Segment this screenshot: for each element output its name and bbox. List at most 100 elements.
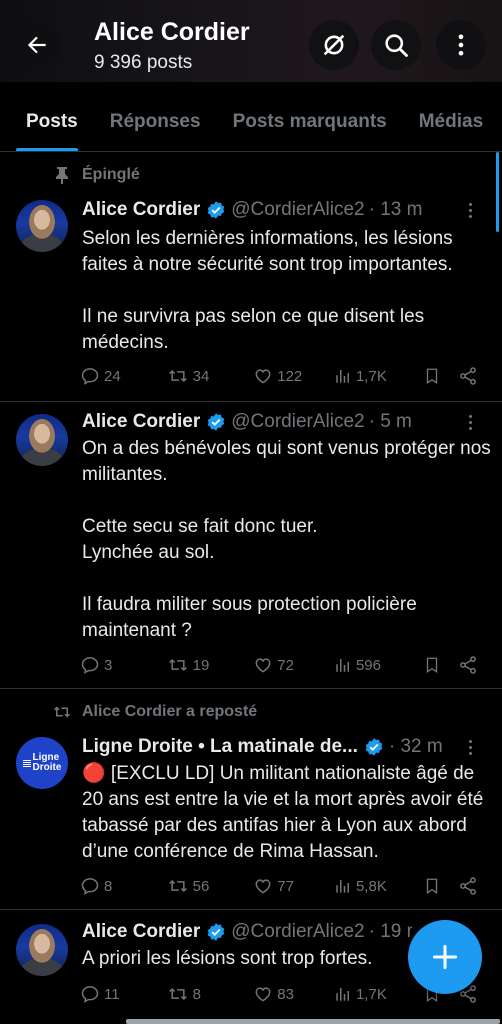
bookmark-button[interactable] — [423, 366, 458, 386]
like-button[interactable]: 72 — [253, 655, 334, 675]
repost-button[interactable]: 56 — [167, 876, 254, 896]
like-button[interactable]: 77 — [253, 876, 334, 896]
like-count: 83 — [277, 985, 294, 1003]
verified-badge-icon — [206, 412, 226, 432]
pin-icon — [56, 167, 68, 184]
avatar[interactable] — [16, 924, 68, 976]
post-header: Alice Cordier @CordierAlice2 · 13 m — [82, 198, 462, 222]
like-button[interactable]: 83 — [253, 984, 334, 1004]
pinned-label: Épinglé — [82, 166, 140, 183]
share-button[interactable] — [458, 366, 478, 386]
author-name[interactable]: Alice Cordier — [82, 921, 200, 943]
more-button[interactable] — [436, 20, 486, 70]
repost-button[interactable]: 19 — [167, 655, 254, 675]
author-handle[interactable]: @CordierAlice2 — [231, 199, 364, 221]
post-item[interactable]: Épinglé Alice Cordier @CordierAlice2 · 1… — [0, 152, 502, 402]
views-icon — [336, 370, 349, 383]
post-time: · 13 m — [368, 199, 423, 220]
reply-icon — [81, 986, 99, 1003]
post-count: 9 396 posts — [94, 52, 193, 73]
post-item[interactable]: Alice Cordier a reposté Ligne Droite Lig… — [0, 689, 502, 910]
reply-count: 24 — [104, 367, 121, 385]
tab-posts[interactable]: Posts — [0, 82, 94, 151]
avatar[interactable]: Ligne Droite — [16, 737, 68, 789]
author-name[interactable]: Ligne Droite • La matinale de... — [82, 736, 358, 758]
author-name[interactable]: Alice Cordier — [82, 411, 200, 433]
views-button[interactable]: 1,7K — [334, 367, 423, 385]
post-time: · 5 m — [368, 411, 412, 432]
reply-icon — [81, 657, 99, 674]
repost-button[interactable]: 34 — [167, 366, 254, 386]
bookmark-icon — [426, 368, 437, 385]
grok-icon — [323, 34, 345, 56]
logo-text-2: Droite — [32, 762, 62, 773]
post-more-button[interactable] — [460, 198, 480, 222]
view-count: 1,7K — [355, 367, 387, 385]
views-button[interactable]: 596 — [334, 656, 423, 674]
reply-button[interactable]: 11 — [80, 984, 167, 1004]
repost-button[interactable]: 8 — [167, 984, 254, 1004]
reply-button[interactable]: 8 — [80, 876, 167, 896]
post-actions: 8 56 77 5,8K — [80, 874, 478, 898]
views-icon — [336, 880, 349, 893]
post-actions: 24 34 122 1,7K — [80, 364, 478, 388]
share-icon — [460, 656, 476, 674]
share-button[interactable] — [458, 876, 478, 896]
post-header: Alice Cordier @CordierAlice2 · 5 m — [82, 410, 462, 434]
share-button[interactable] — [458, 655, 478, 675]
reply-button[interactable]: 3 — [80, 655, 167, 675]
like-count: 72 — [277, 656, 294, 674]
repost-label: Alice Cordier a reposté — [82, 703, 258, 720]
repost-icon — [168, 658, 187, 672]
heart-icon — [255, 658, 271, 673]
grok-button[interactable] — [309, 20, 359, 70]
post-more-button[interactable] — [460, 410, 480, 434]
reply-count: 8 — [104, 877, 113, 895]
plus-icon — [432, 944, 458, 970]
tab-media[interactable]: Médias — [403, 82, 499, 151]
post-time: · 19 m — [368, 921, 412, 942]
post-item[interactable]: Alice Cordier @CordierAlice2 · 5 m On a … — [0, 402, 502, 689]
more-vertical-icon — [458, 34, 464, 56]
avatar[interactable] — [16, 414, 68, 466]
heart-icon — [255, 879, 271, 894]
post-header: Alice Cordier @CordierAlice2 · 19 m — [82, 920, 412, 944]
avatar[interactable] — [16, 200, 68, 252]
share-icon — [460, 367, 476, 385]
compose-button[interactable] — [408, 920, 482, 994]
author-name[interactable]: Alice Cordier — [82, 199, 200, 221]
like-count: 77 — [277, 877, 294, 895]
bookmark-button[interactable] — [423, 655, 458, 675]
reply-button[interactable]: 24 — [80, 366, 167, 386]
author-handle[interactable]: @CordierAlice2 — [231, 921, 364, 943]
heart-icon — [255, 987, 271, 1002]
post-time: · 32 m — [388, 736, 443, 757]
views-button[interactable]: 5,8K — [334, 877, 423, 895]
repost-indicator: Alice Cordier a reposté — [48, 703, 257, 721]
views-button[interactable]: 1,7K — [334, 985, 423, 1003]
repost-icon — [168, 879, 187, 893]
bookmark-icon — [426, 657, 437, 674]
bookmark-button[interactable] — [423, 876, 458, 896]
repost-count: 56 — [192, 877, 210, 895]
profile-page: Alice Cordier 9 396 posts Posts Réponses… — [0, 0, 502, 1024]
back-button[interactable] — [12, 20, 62, 70]
pinned-indicator: Épinglé — [48, 166, 140, 184]
post-header: Ligne Droite • La matinale de... · 32 m — [82, 735, 462, 759]
views-icon — [336, 988, 349, 1001]
like-count: 122 — [277, 367, 303, 385]
like-button[interactable]: 122 — [253, 366, 334, 386]
reply-count: 11 — [104, 985, 120, 1003]
verified-badge-icon — [206, 200, 226, 220]
home-indicator — [126, 1019, 500, 1024]
tab-highlights[interactable]: Posts marquants — [217, 82, 403, 151]
views-icon — [336, 659, 349, 672]
author-handle[interactable]: @CordierAlice2 — [231, 411, 364, 433]
profile-title: Alice Cordier — [94, 18, 250, 46]
post-text: On a des bénévoles qui sont venus protég… — [82, 438, 491, 641]
search-button[interactable] — [371, 20, 421, 70]
post-more-button[interactable] — [460, 735, 480, 759]
tab-replies[interactable]: Réponses — [94, 82, 217, 151]
reply-icon — [81, 368, 99, 385]
repost-count: 19 — [192, 656, 210, 674]
